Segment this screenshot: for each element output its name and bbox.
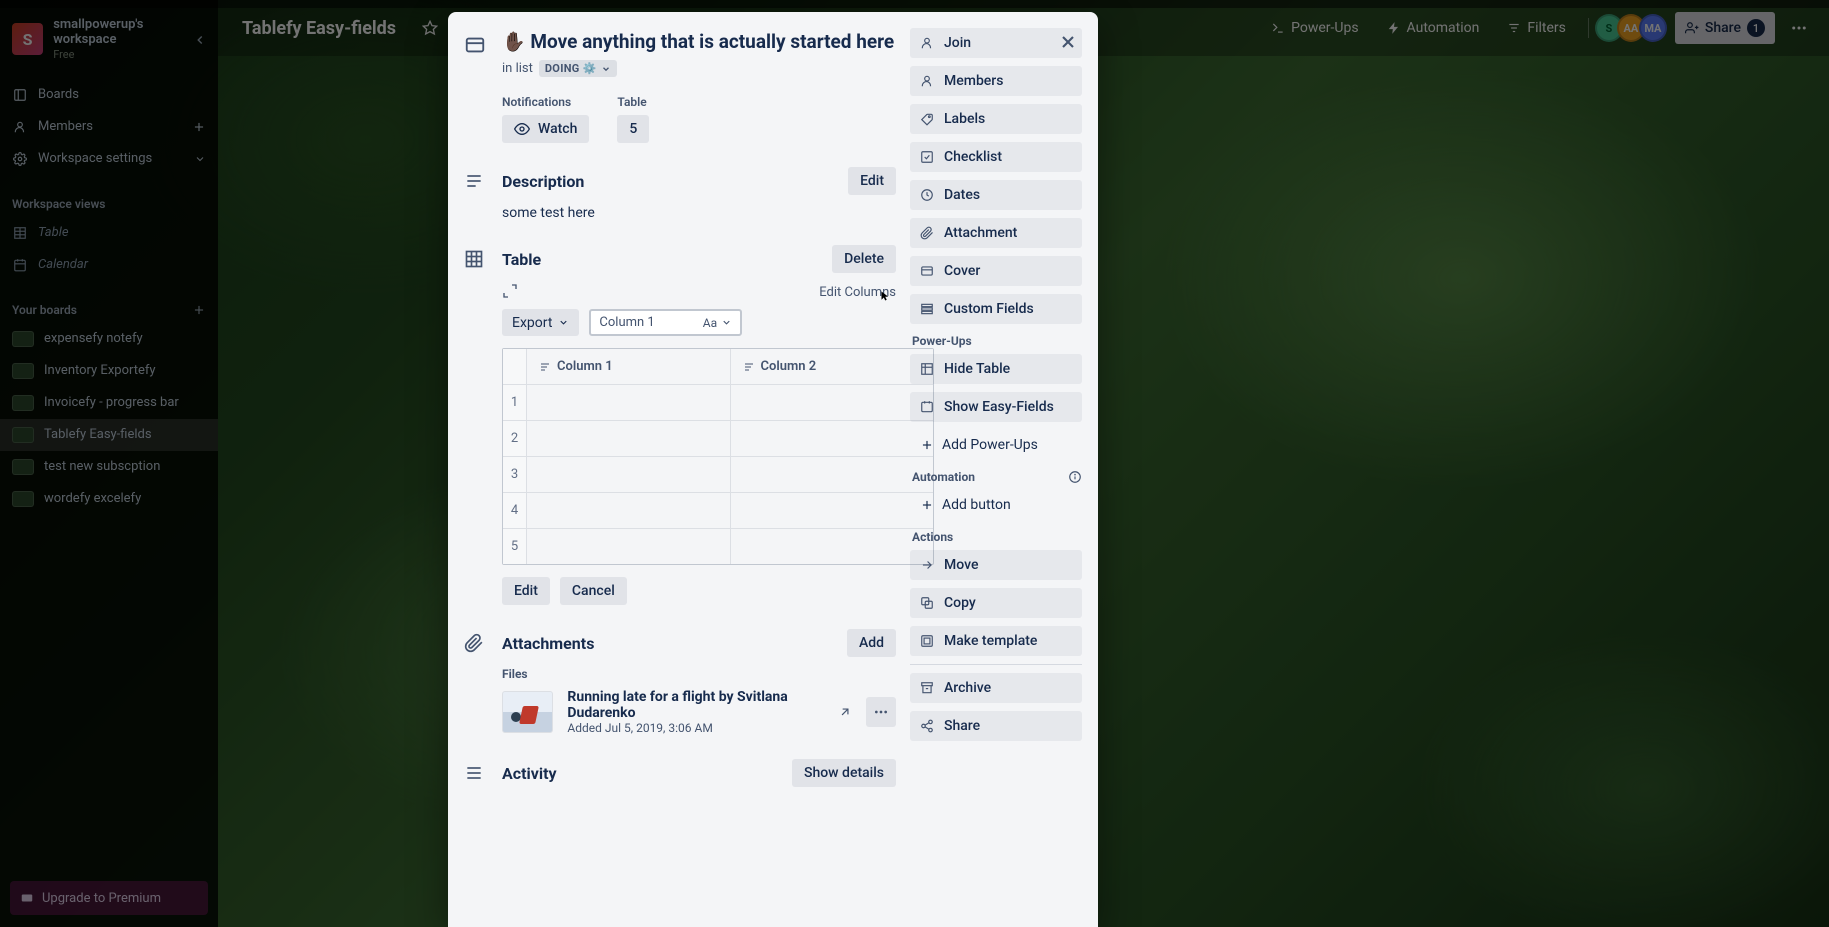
table-count[interactable]: 5 (617, 115, 649, 143)
hide-table-button[interactable]: Hide Table (910, 354, 1082, 384)
share-icon (920, 719, 936, 733)
notifications-label: Notifications (502, 95, 589, 109)
checklist-button[interactable]: Checklist (910, 142, 1082, 172)
archive-button[interactable]: Archive (910, 673, 1082, 703)
labels-button[interactable]: Labels (910, 104, 1082, 134)
row-number: 1 (503, 385, 527, 420)
custom-fields-button[interactable]: Custom Fields (910, 294, 1082, 324)
column-header[interactable]: Column 2 (731, 349, 934, 384)
show-details-button[interactable]: Show details (792, 759, 896, 787)
user-icon (920, 74, 936, 88)
table-cell[interactable] (731, 493, 934, 528)
card-modal: ✋🏿 Move anything that is actually starte… (448, 12, 1098, 927)
attachment-button[interactable]: Attachment (910, 218, 1082, 248)
info-icon[interactable] (1068, 470, 1082, 484)
row-number: 5 (503, 529, 527, 564)
user-icon (920, 36, 936, 50)
table-cell[interactable] (527, 421, 731, 456)
archive-icon (920, 681, 936, 695)
export-dropdown[interactable]: Export (502, 309, 579, 336)
attachments-heading: Attachments (502, 634, 833, 653)
checklist-icon (920, 150, 936, 164)
activity-heading: Activity (502, 764, 778, 783)
add-powerups-button[interactable]: Add Power-Ups (910, 430, 1082, 460)
description-heading: Description (502, 172, 834, 191)
cover-icon (920, 264, 936, 278)
column-header[interactable]: Column 1 (527, 349, 731, 384)
copy-button[interactable]: Copy (910, 588, 1082, 618)
close-button[interactable] (1052, 26, 1084, 58)
attachment-thumbnail[interactable] (502, 691, 553, 733)
add-attachment-button[interactable]: Add (847, 629, 896, 657)
table-cell[interactable] (527, 493, 731, 528)
open-attachment-icon[interactable] (830, 697, 860, 727)
table-cell[interactable] (731, 421, 934, 456)
expand-icon[interactable] (502, 283, 520, 301)
table-cell[interactable] (527, 529, 731, 564)
automation-heading: Automation (912, 470, 1082, 484)
attachment-added: Added Jul 5, 2019, 3:06 AM (567, 721, 816, 735)
list-chip[interactable]: DOING ⚙️ (539, 60, 617, 77)
add-button-button[interactable]: Add button (910, 490, 1082, 520)
table-count-label: Table (617, 95, 649, 109)
plus-icon (920, 498, 934, 512)
cancel-table-button[interactable]: Cancel (560, 577, 627, 605)
table-icon (920, 362, 936, 376)
table-cell[interactable] (527, 385, 731, 420)
watch-button[interactable]: Watch (502, 115, 589, 143)
table-cell[interactable] (731, 385, 934, 420)
row-number: 2 (503, 421, 527, 456)
table-cell[interactable] (527, 457, 731, 492)
row-number: 4 (503, 493, 527, 528)
template-icon (920, 634, 936, 648)
attachment-name: Running late for a flight by Svitlana Du… (567, 689, 816, 721)
show-easy-fields-button[interactable]: Show Easy-Fields (910, 392, 1082, 422)
powerups-heading: Power-Ups (912, 334, 1082, 348)
attachment-menu-icon[interactable] (866, 697, 896, 727)
delete-table-button[interactable]: Delete (832, 245, 896, 273)
make-template-button[interactable]: Make template (910, 626, 1082, 656)
tag-icon (920, 112, 936, 126)
copy-icon (920, 596, 936, 610)
files-label: Files (502, 667, 896, 681)
plus-icon (920, 438, 934, 452)
in-list: in list DOING ⚙️ (502, 60, 896, 77)
column-selector[interactable]: Column 1 Aa (589, 309, 742, 336)
cover-button[interactable]: Cover (910, 256, 1082, 286)
fields-icon (920, 302, 936, 316)
description-text[interactable]: some test here (502, 205, 896, 221)
edit-description-button[interactable]: Edit (848, 167, 896, 195)
card-title[interactable]: ✋🏿 Move anything that is actually starte… (502, 30, 894, 54)
table-icon (464, 249, 488, 269)
row-number: 3 (503, 457, 527, 492)
dates-button[interactable]: Dates (910, 180, 1082, 210)
attachment-icon (920, 226, 936, 240)
table-cell[interactable] (731, 457, 934, 492)
attachment-icon (464, 633, 488, 653)
cursor-pointer (880, 290, 892, 302)
edit-table-button[interactable]: Edit (502, 577, 550, 605)
table-heading: Table (502, 250, 818, 269)
arrow-right-icon (920, 558, 936, 572)
move-button[interactable]: Move (910, 550, 1082, 580)
share-card-button[interactable]: Share (910, 711, 1082, 741)
description-icon (464, 171, 488, 191)
card-icon (464, 34, 488, 56)
activity-icon (464, 763, 488, 783)
fields-icon (920, 400, 936, 414)
clock-icon (920, 188, 936, 202)
data-table: Column 1 Column 2 1 2 3 4 5 (502, 348, 934, 565)
actions-heading: Actions (912, 530, 1082, 544)
table-cell[interactable] (731, 529, 934, 564)
attachment-item[interactable]: Running late for a flight by Svitlana Du… (502, 689, 896, 735)
members-button[interactable]: Members (910, 66, 1082, 96)
